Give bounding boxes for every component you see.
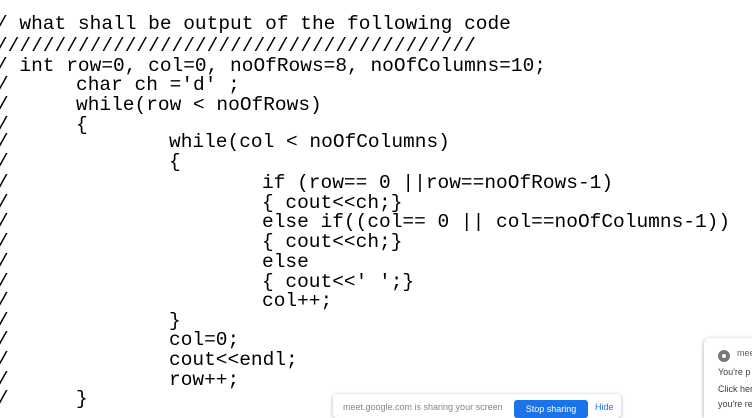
notification-text-3: you're re	[718, 399, 752, 409]
notification-app-name: mee	[737, 348, 752, 358]
screen-share-bar: meet.google.com is sharing your screen S…	[333, 394, 621, 418]
notification-text-1: You're p	[718, 367, 751, 377]
stop-sharing-button[interactable]: Stop sharing	[514, 400, 588, 418]
code-title: / what shall be output of the following …	[0, 13, 511, 35]
notification-text-2: Click her	[718, 384, 752, 394]
hide-share-bar-button[interactable]: Hide	[595, 402, 614, 412]
code-line-4: {	[76, 114, 88, 136]
meet-notification[interactable]: mee You're p Click her you're re	[704, 338, 752, 418]
share-status-text: meet.google.com is sharing your screen	[343, 402, 503, 412]
gutter-slash: /	[0, 387, 9, 411]
code-line-5: while(col < noOfColumns)	[169, 131, 450, 153]
code-screenshot: / what shall be output of the following …	[0, 0, 752, 410]
chrome-icon	[718, 350, 730, 362]
code-line-3: while(row < noOfRows)	[76, 94, 322, 116]
code-line-18: }	[76, 388, 88, 410]
code-line-13: col++;	[262, 290, 333, 312]
code-line-17: row++;	[169, 369, 240, 391]
code-line-6: {	[169, 151, 181, 173]
